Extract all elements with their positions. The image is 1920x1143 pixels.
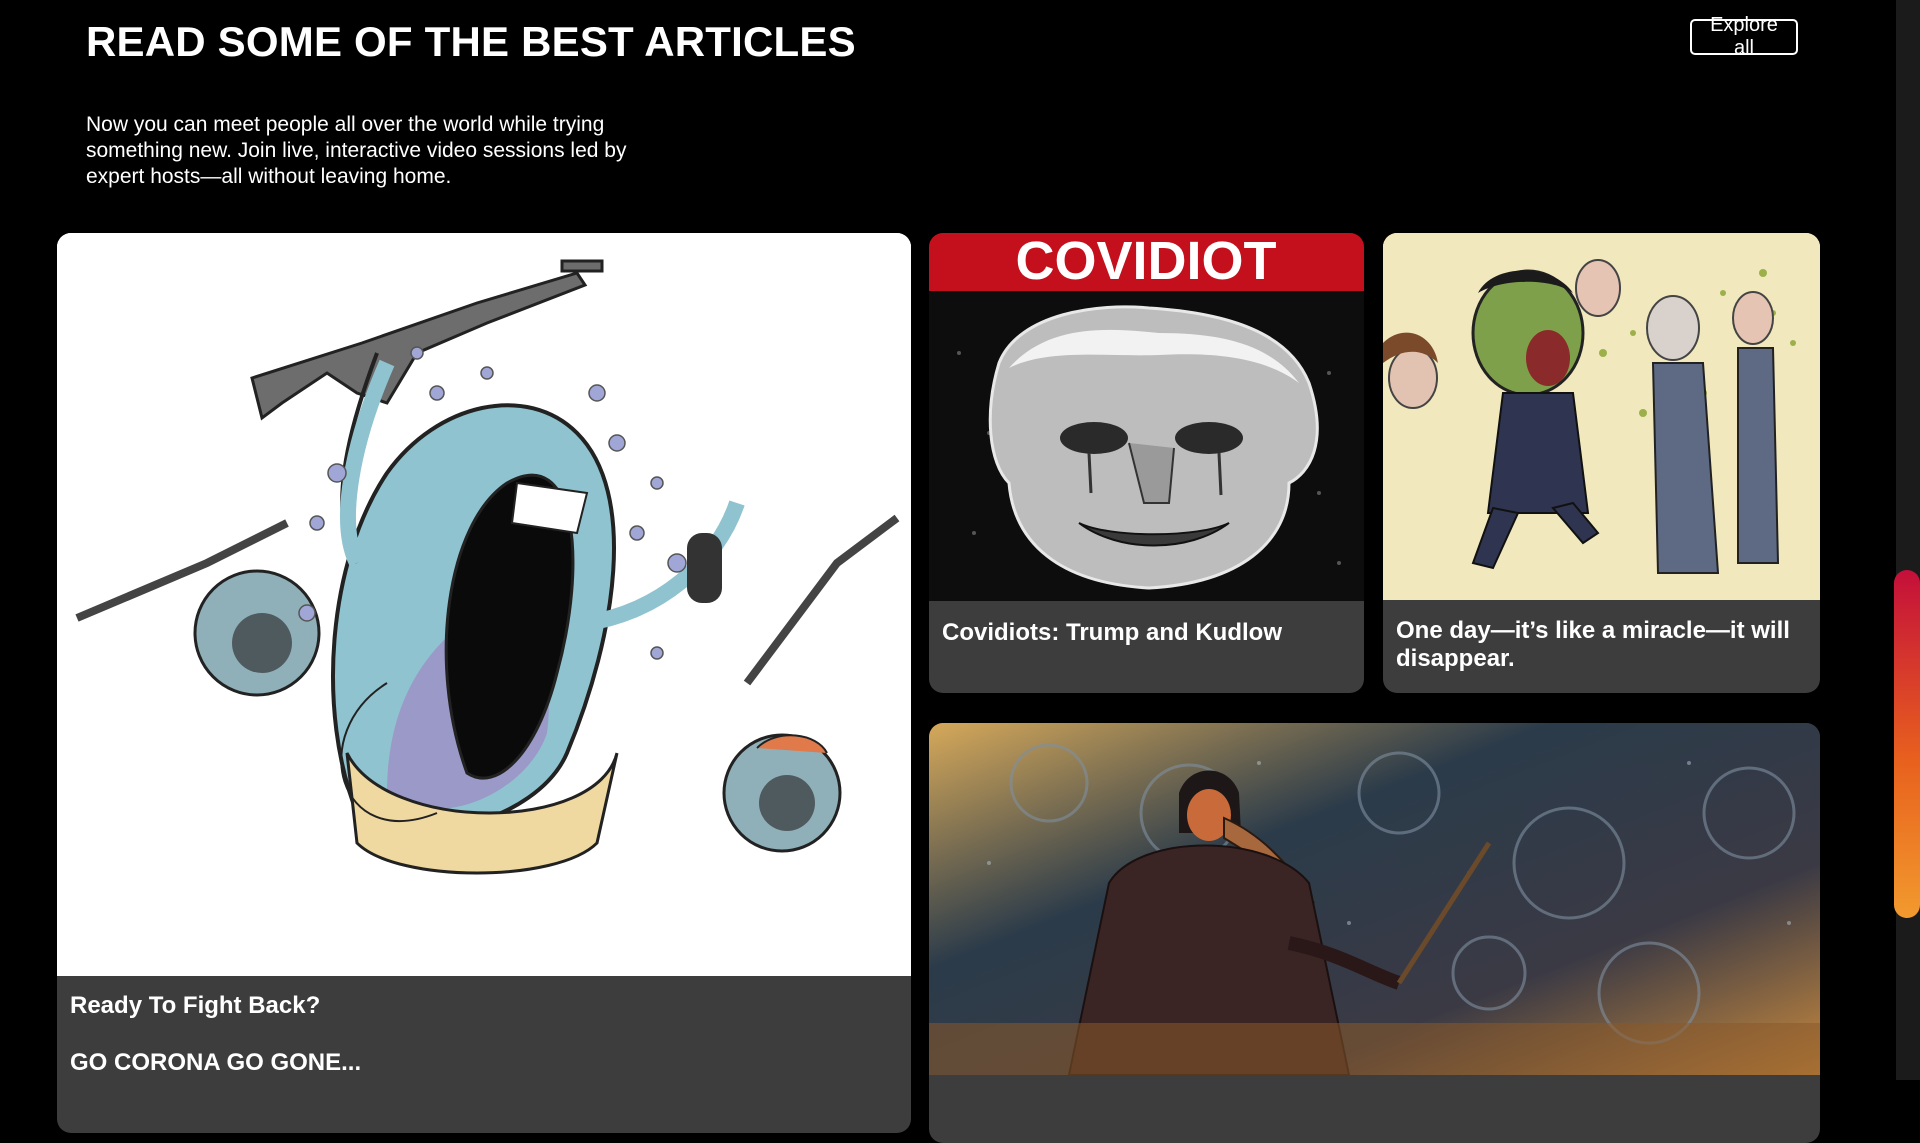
section-intro: Now you can meet people all over the wor… [86, 113, 627, 188]
explore-all-button[interactable]: Explore all [1690, 14, 1798, 59]
article-title: Covidiots: Trump and Kudlow [942, 619, 1282, 646]
article-image-virus-cartoon [57, 233, 911, 976]
article-title: One day—it’s like a miracle—it will disa… [1396, 617, 1790, 672]
article-card-ready-to-fight-back[interactable]: Ready To Fight Back? GO CORONA GO GONE..… [57, 233, 911, 1133]
section-heading: READ SOME OF THE BEST ARTICLES [86, 18, 856, 65]
article-card-miracle[interactable]: One day—it’s like a miracle—it will disa… [1383, 233, 1820, 693]
article-subtitle: GO CORONA GO GONE... [70, 1049, 362, 1076]
scrollbar-thumb[interactable] [1894, 570, 1920, 918]
scrollbar-track[interactable] [1896, 0, 1920, 1080]
article-card-covidiots[interactable]: COVIDIOT Covidiots: Trump and Kudlow [929, 233, 1364, 693]
article-image-covidiot-poster: COVIDIOT [929, 233, 1364, 601]
article-image-caricature [1383, 233, 1820, 600]
article-image-plague-doctor [929, 723, 1820, 1075]
article-title: Ready To Fight Back? [70, 992, 321, 1019]
covidiot-banner-text: COVIDIOT [1015, 233, 1276, 291]
article-card-plague-doctor[interactable] [929, 723, 1820, 1143]
